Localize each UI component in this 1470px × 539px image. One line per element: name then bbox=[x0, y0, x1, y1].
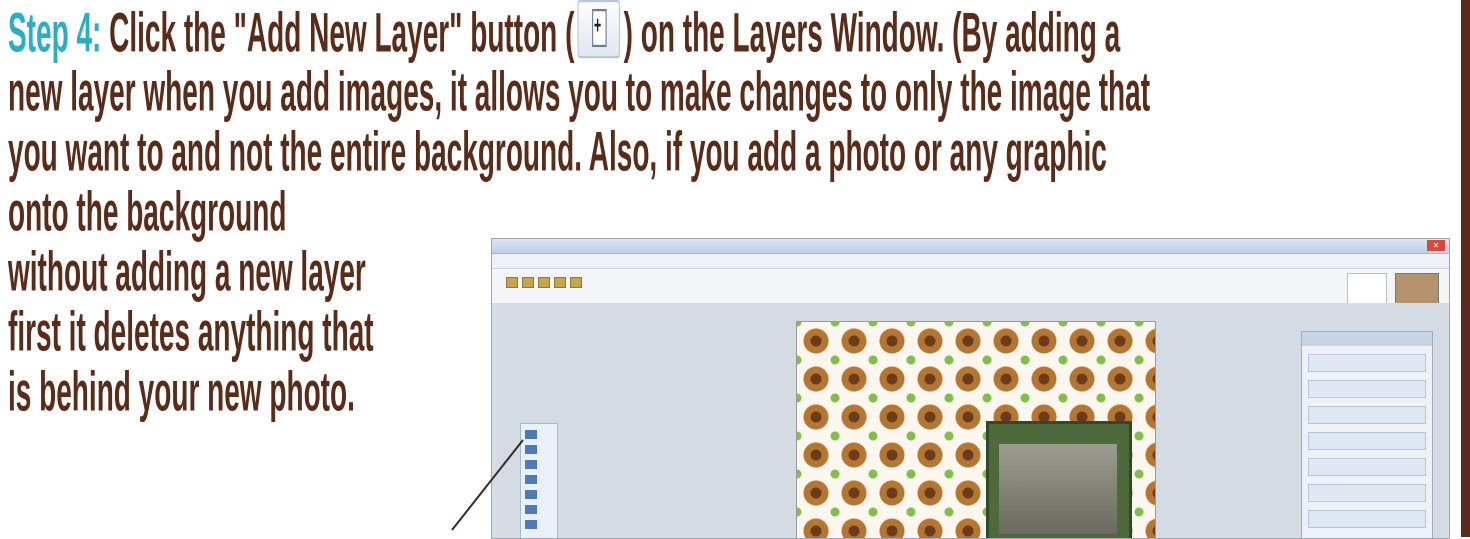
program-screenshot: ✕ bbox=[491, 238, 1450, 539]
instruction-line-3: you want to and not the entire backgroun… bbox=[8, 120, 1107, 183]
layers-window-button bbox=[1308, 458, 1426, 476]
tool-icon bbox=[554, 277, 566, 288]
close-icon: ✕ bbox=[1427, 240, 1445, 251]
instruction-line-5: without adding a new layer bbox=[8, 240, 366, 303]
tool-icon bbox=[506, 277, 518, 288]
tool-icon bbox=[525, 490, 537, 499]
add-new-layer-icon: + bbox=[577, 0, 621, 59]
tool-icon bbox=[525, 520, 537, 529]
tool-icon bbox=[525, 430, 537, 439]
tool-icon bbox=[525, 445, 537, 454]
layers-window-button bbox=[1308, 484, 1426, 502]
layers-window-button bbox=[1308, 406, 1426, 424]
layers-window-button bbox=[1308, 432, 1426, 450]
photo-layer bbox=[986, 421, 1132, 538]
instruction-line-6: first it deletes anything that bbox=[8, 300, 374, 363]
window-titlebar: ✕ bbox=[492, 239, 1449, 254]
menu-bar bbox=[492, 254, 1449, 269]
instruction-line-1: Step 4: Click the "Add New Layer" button… bbox=[8, 0, 1120, 64]
instruction-line-7: is behind your new photo. bbox=[8, 360, 355, 423]
tool-icon bbox=[570, 277, 582, 288]
photo-image bbox=[999, 444, 1117, 534]
line1-text-after: ) on the Layers Window. (By adding a bbox=[623, 1, 1121, 64]
tool-icon bbox=[525, 505, 537, 514]
tool-icon bbox=[525, 460, 537, 469]
plus-icon: + bbox=[593, 11, 602, 40]
instruction-line-2: new layer when you add images, it allows… bbox=[8, 60, 1151, 123]
layers-window-button bbox=[1308, 354, 1426, 372]
layers-window bbox=[1301, 331, 1433, 538]
toolbar-icons bbox=[506, 277, 582, 288]
tool-icon bbox=[522, 277, 534, 288]
tool-icon bbox=[525, 475, 537, 484]
right-border-rule bbox=[1461, 0, 1470, 537]
layers-window-button bbox=[1308, 510, 1426, 528]
toolbar bbox=[492, 269, 1449, 327]
instruction-line-4: onto the background bbox=[8, 180, 287, 243]
layers-window-header bbox=[1302, 332, 1432, 346]
step-label: Step 4: bbox=[8, 1, 102, 64]
tools-palette bbox=[520, 423, 558, 538]
layers-window-button bbox=[1308, 380, 1426, 398]
tool-icon bbox=[538, 277, 550, 288]
line1-text-before: Click the "Add New Layer" button ( bbox=[101, 1, 575, 64]
workspace bbox=[492, 303, 1449, 538]
